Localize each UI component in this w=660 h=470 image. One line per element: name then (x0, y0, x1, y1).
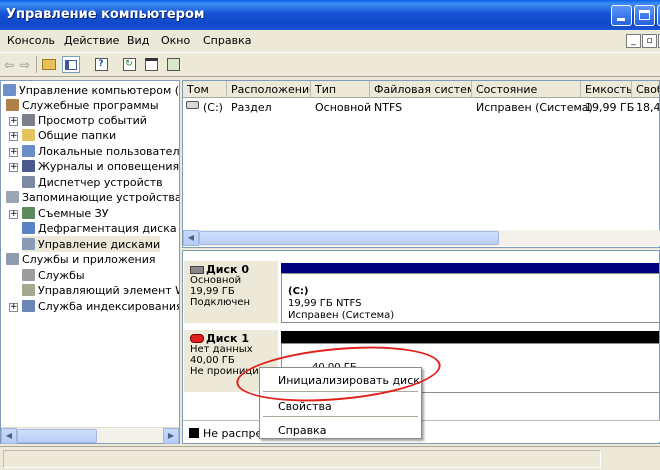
services-icon (22, 269, 35, 281)
tree-item-removable-storage[interactable]: Съемные ЗУ (22, 205, 108, 221)
show-hide-tree-icon[interactable] (62, 56, 80, 73)
scroll-left-icon[interactable]: ◀ (183, 230, 199, 246)
mdi-minimize-button[interactable]: _ (626, 34, 641, 48)
menu-bar: Консоль Действие Вид Окно Справка (0, 31, 660, 51)
tree-item-wmi[interactable]: Управляющий элемент WM (22, 282, 179, 298)
export-icon[interactable] (164, 56, 182, 73)
status-bar (0, 446, 660, 470)
tools-icon (6, 99, 19, 111)
menu-separator (263, 416, 418, 417)
properties-icon[interactable] (142, 56, 160, 73)
removable-storage-icon (22, 207, 35, 219)
expand-icon[interactable]: + (9, 163, 18, 172)
performance-logs-icon (22, 160, 35, 172)
wmi-icon (22, 284, 35, 296)
status-panel (3, 450, 601, 468)
unallocated-swatch (189, 428, 199, 438)
scroll-left-icon[interactable]: ◀ (1, 428, 17, 444)
tree-horizontal-scrollbar[interactable]: ◀ ▶ (1, 427, 179, 444)
maximize-button[interactable] (634, 5, 655, 26)
disk-drive-icon (190, 265, 204, 274)
tree-item-event-viewer[interactable]: Просмотр событий (22, 112, 147, 128)
up-folder-icon[interactable] (40, 56, 58, 73)
volume-c-block[interactable]: (C:) 19,99 ГБ NTFS Исправен (Система) (281, 273, 659, 323)
storage-icon (6, 191, 19, 203)
tree-item-system-tools[interactable]: Служебные программы (6, 97, 159, 113)
menu-item-properties[interactable]: Свойства (278, 400, 332, 413)
toolbar-separator (36, 56, 37, 73)
window-title: Управление компьютером (6, 7, 205, 22)
menu-view[interactable]: Вид (127, 34, 149, 47)
tree-root[interactable]: Управление компьютером (локаль (3, 82, 179, 98)
tree-item-logs-alerts[interactable]: Журналы и оповещения пр (22, 158, 179, 174)
column-header[interactable]: Расположение (227, 81, 311, 98)
expand-icon[interactable]: + (9, 303, 18, 312)
tree-item-local-users[interactable]: Локальные пользователи и (22, 143, 179, 159)
column-header[interactable]: Том (183, 81, 227, 98)
expand-icon[interactable]: + (9, 117, 18, 126)
menu-action[interactable]: Действие (64, 34, 119, 47)
unallocated-bar (281, 331, 659, 343)
help-icon[interactable]: ? (92, 56, 110, 73)
computer-icon (3, 84, 16, 96)
tree-item-services-apps[interactable]: Службы и приложения (6, 251, 155, 267)
mdi-restore-button[interactable]: ▫ (642, 34, 657, 48)
users-icon (22, 145, 35, 157)
forward-arrow-icon[interactable]: ⇨ (16, 56, 34, 73)
minimize-button[interactable] (611, 5, 632, 26)
column-header[interactable]: Состояние (472, 81, 581, 98)
tree-item-defrag[interactable]: Дефрагментация диска (22, 220, 177, 236)
tree-item-services[interactable]: Службы (22, 267, 85, 283)
menu-item-help[interactable]: Справка (278, 424, 326, 437)
disk-unknown-icon (190, 334, 204, 343)
scroll-right-icon[interactable]: ▶ (163, 428, 179, 444)
menu-window[interactable]: Окно (161, 34, 190, 47)
event-viewer-icon (22, 114, 35, 126)
device-manager-icon (22, 176, 35, 188)
refresh-icon[interactable]: ↻ (120, 56, 138, 73)
defrag-icon (22, 222, 35, 234)
expand-icon[interactable]: + (9, 210, 18, 219)
list-horizontal-scrollbar[interactable]: ◀ (183, 230, 660, 246)
table-cell-location: Раздел (231, 101, 272, 114)
tree-item-device-manager[interactable]: Диспетчер устройств (22, 174, 163, 190)
table-cell-free: 18,4 (636, 101, 660, 114)
table-cell-filesystem: NTFS (374, 101, 403, 114)
services-apps-icon (6, 253, 19, 265)
disk-0-info[interactable]: Диск 0 Основной 19,99 ГБ Подключен (184, 261, 278, 323)
console-tree: Управление компьютером (локаль Служебные… (0, 80, 180, 444)
expand-icon[interactable]: + (9, 132, 18, 141)
tree-item-disk-management[interactable]: Управление дисками (22, 236, 161, 252)
table-cell-state: Исправен (Система) (476, 101, 593, 114)
column-header[interactable]: Емкость (581, 81, 632, 98)
column-header[interactable]: Файловая система (370, 81, 472, 98)
table-cell-capacity: 19,99 ГБ (585, 101, 635, 114)
indexing-icon (22, 300, 35, 312)
primary-partition-bar (281, 263, 659, 273)
menu-console[interactable]: Консоль (7, 34, 55, 47)
menu-help[interactable]: Справка (203, 34, 251, 47)
tree-item-indexing[interactable]: Служба индексирования (22, 298, 179, 314)
tree-item-storage[interactable]: Запоминающие устройства (6, 189, 179, 205)
table-cell-type: Основной (315, 101, 372, 114)
scrollbar-thumb[interactable] (199, 231, 499, 245)
scrollbar-thumb[interactable] (17, 429, 97, 443)
volume-list: Том Расположение Тип Файловая система Со… (182, 80, 660, 248)
column-header[interactable]: Тип (311, 81, 370, 98)
table-cell-volume[interactable]: (C:) (203, 101, 223, 114)
expand-icon[interactable]: + (9, 148, 18, 157)
shared-folder-icon (22, 129, 35, 141)
volume-drive-icon (186, 101, 199, 109)
tree-item-shared-folders[interactable]: Общие папки (22, 127, 116, 143)
disk-management-icon (22, 238, 35, 250)
column-header[interactable]: Своб (632, 81, 659, 98)
